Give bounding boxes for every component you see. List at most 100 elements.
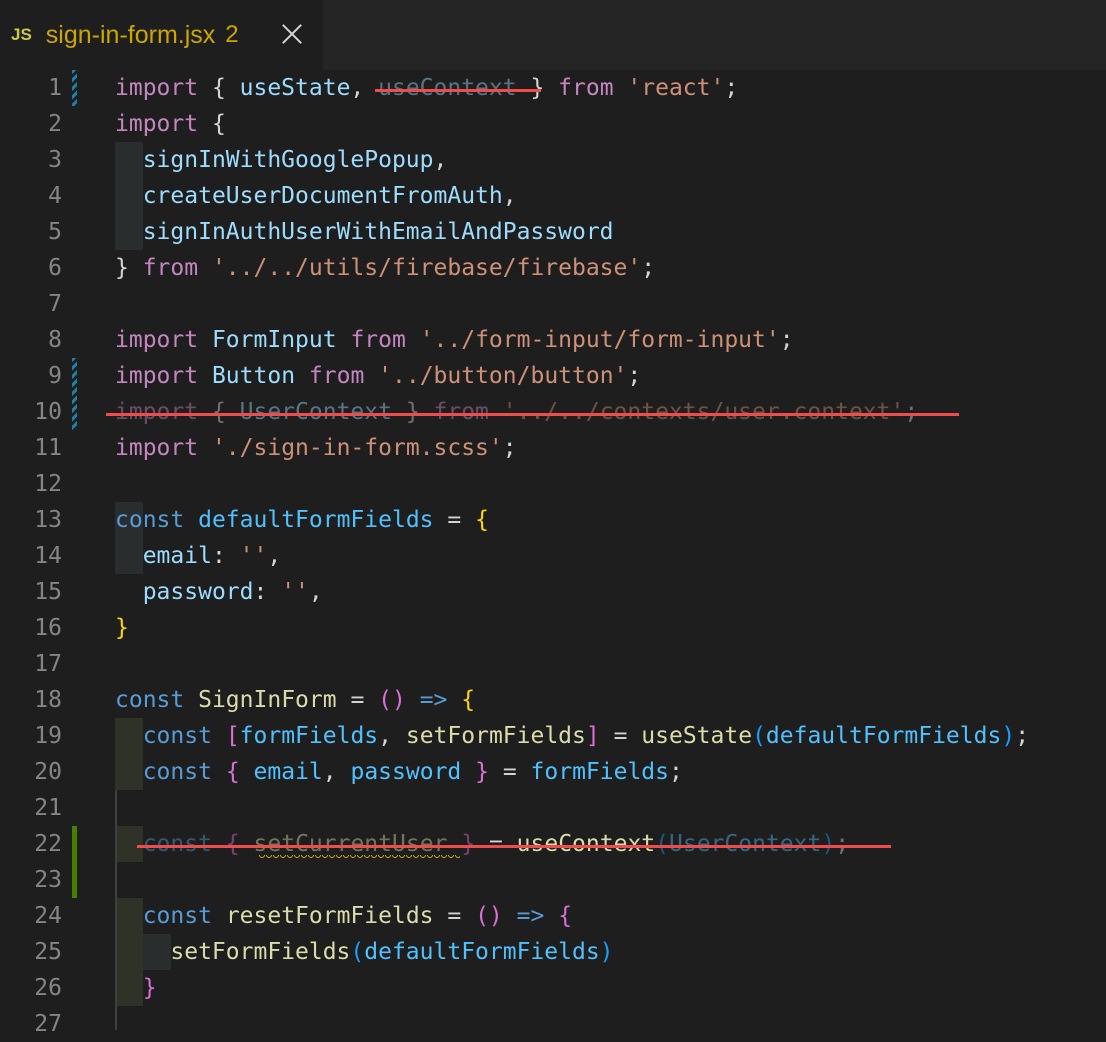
code-token: from (433, 399, 489, 425)
code-line[interactable]: 26 } (0, 970, 1106, 1006)
line-code[interactable]: signInWithGooglePopup, (115, 142, 448, 178)
line-code[interactable]: const { setCurrentUser } = useContext(Us… (115, 826, 849, 862)
line-code[interactable]: const { email, password } = formFields; (115, 754, 683, 790)
code-line[interactable]: 9 import Button from '../button/button'; (0, 358, 1106, 394)
code-line[interactable]: 23 (0, 862, 1106, 898)
line-code[interactable]: import Button from '../button/button'; (115, 358, 641, 394)
code-token: = (433, 507, 476, 533)
code-token: ; (641, 255, 656, 281)
problem-count-badge: 2 (225, 21, 239, 48)
code-line[interactable]: 13 const defaultFormFields = { (0, 502, 1106, 538)
code-line[interactable]: 11 import './sign-in-form.scss'; (0, 430, 1106, 466)
code-token: defaultFormFields (364, 939, 600, 965)
line-code[interactable]: import { useState, useContext } from 're… (115, 70, 738, 106)
line-code[interactable]: password: '', (115, 574, 323, 610)
line-code[interactable]: signInAuthUserWithEmailAndPassword (115, 214, 614, 250)
code-line[interactable]: 20 const { email, password } = formField… (0, 754, 1106, 790)
code-line[interactable]: 24 const resetFormFields = () => { (0, 898, 1106, 934)
code-token: { (225, 759, 240, 785)
code-line[interactable]: 19 const [formFields, setFormFields] = u… (0, 718, 1106, 754)
line-number: 6 (48, 255, 62, 281)
line-code[interactable]: const SignInForm = () => { (115, 682, 475, 718)
code-line[interactable]: 18 const SignInForm = () => { (0, 682, 1106, 718)
line-number: 25 (34, 939, 62, 965)
line-number: 23 (34, 867, 62, 893)
close-icon[interactable] (278, 20, 306, 48)
code-token: useContext (378, 75, 517, 101)
warning-squiggle[interactable] (259, 855, 460, 861)
line-code[interactable]: const resetFormFields = () => { (115, 898, 572, 934)
code-token: , (267, 543, 282, 569)
line-code[interactable]: email: '', (115, 538, 282, 574)
code-line[interactable]: 5 signInAuthUserWithEmailAndPassword (0, 214, 1106, 250)
line-code[interactable]: import FormInput from '../form-input/for… (115, 322, 794, 358)
code-token: = (433, 903, 476, 929)
line-code[interactable]: } (115, 970, 157, 1006)
line-code[interactable]: } (115, 610, 129, 646)
line-code[interactable]: import { UserContext } from '../../conte… (115, 394, 918, 430)
code-line[interactable]: 14 email: '', (0, 538, 1106, 574)
line-number: 22 (34, 831, 62, 857)
code-token: signInAuthUserWithEmailAndPassword (142, 219, 614, 245)
code-token: { (198, 399, 240, 425)
line-number: 2 (48, 111, 62, 137)
code-token: useState (239, 75, 351, 101)
line-number: 18 (34, 687, 62, 713)
line-code[interactable]: import './sign-in-form.scss'; (115, 430, 517, 466)
code-line[interactable]: 10 import { UserContext } from '../../con… (0, 394, 1106, 430)
code-line[interactable]: 8 import FormInput from '../form-input/fo… (0, 322, 1106, 358)
line-code[interactable]: createUserDocumentFromAuth, (115, 178, 517, 214)
code-token: ; (724, 75, 739, 101)
code-token: { (558, 903, 573, 929)
line-code[interactable]: const [formFields, setFormFields] = useS… (115, 718, 1029, 754)
code-line[interactable]: 1 import { useState, useContext } from 'r… (0, 70, 1106, 106)
code-token: const (142, 831, 212, 857)
tab-sign-in-form[interactable]: JS sign-in-form.jsx 2 (0, 0, 323, 70)
line-code[interactable]: setFormFields(defaultFormFields) (115, 934, 614, 970)
code-token: ) (1001, 723, 1016, 749)
code-editor[interactable]: 1 import { useState, useContext } from 'r… (0, 70, 1106, 1037)
code-token: ; (627, 363, 642, 389)
line-number: 8 (48, 327, 62, 353)
code-line[interactable]: 21 (0, 790, 1106, 826)
code-token: 'react' (627, 75, 725, 101)
code-line[interactable]: 15 password: '', (0, 574, 1106, 610)
code-line[interactable]: 4 createUserDocumentFromAuth, (0, 178, 1106, 214)
line-code[interactable]: import { (115, 106, 226, 142)
code-token: resetFormFields (225, 903, 434, 929)
code-line[interactable]: 12 (0, 466, 1106, 502)
code-line[interactable]: 27 (0, 1006, 1106, 1042)
code-token: } (475, 759, 489, 785)
code-token: { (225, 831, 240, 857)
line-number: 21 (34, 795, 62, 821)
code-token: const (115, 507, 185, 533)
code-line[interactable]: 22 const { setCurrentUser } = useContext… (0, 826, 1106, 862)
code-line[interactable]: 16} (0, 610, 1106, 646)
code-line[interactable]: 17 (0, 646, 1106, 682)
code-token: () (378, 687, 406, 713)
code-line[interactable]: 3 signInWithGooglePopup, (0, 142, 1106, 178)
code-token: ) (599, 939, 614, 965)
code-line[interactable]: 6 } from '../../utils/firebase/firebase'; (0, 250, 1106, 286)
line-number: 26 (34, 975, 62, 1001)
code-line[interactable]: 25 setFormFields(defaultFormFields) (0, 934, 1106, 970)
code-token: defaultFormFields (198, 507, 434, 533)
code-line[interactable]: 7 (0, 286, 1106, 322)
code-line[interactable]: 2 import { (0, 106, 1106, 142)
line-code[interactable]: } from '../../utils/firebase/firebase'; (115, 250, 655, 286)
code-token: password (142, 579, 254, 605)
code-token: ; (502, 435, 517, 461)
line-number: 16 (34, 615, 62, 641)
line-code[interactable]: const defaultFormFields = { (115, 502, 489, 538)
code-token: ) (821, 831, 836, 857)
line-number: 3 (48, 147, 62, 173)
